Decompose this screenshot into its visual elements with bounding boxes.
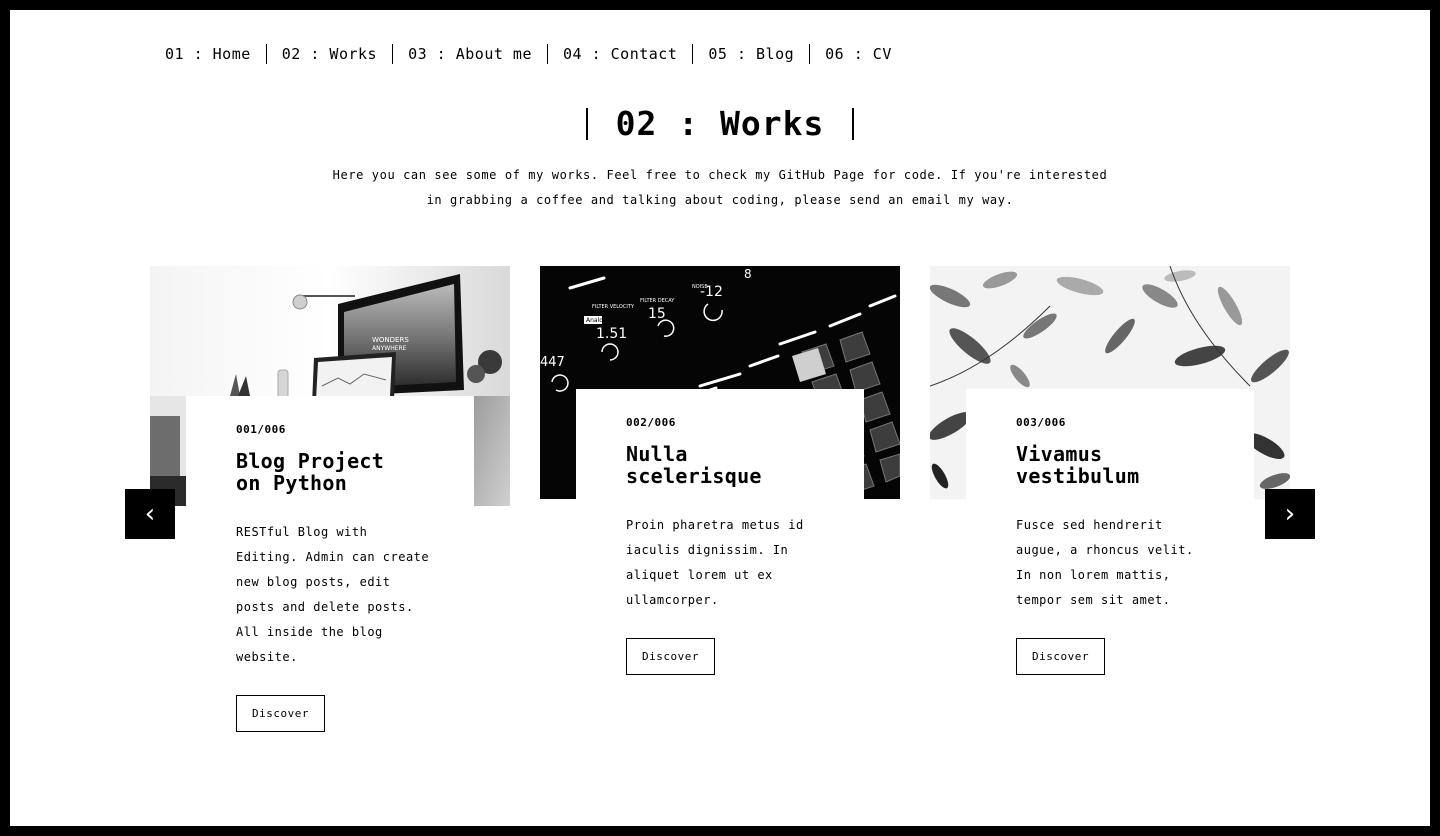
section-heading-wrap: 02 : Works bbox=[10, 107, 1430, 140]
card-title-line-1: Vivamus bbox=[1016, 442, 1103, 466]
chevron-left-icon: ‹ bbox=[144, 499, 156, 529]
chevron-right-icon: › bbox=[1284, 499, 1296, 529]
synth-text-3: -12 bbox=[700, 284, 723, 300]
card-title-line-2: vestibulum bbox=[1016, 464, 1140, 488]
nav-cv[interactable]: 06 : CV bbox=[810, 44, 907, 64]
nav-blog[interactable]: 05 : Blog bbox=[693, 44, 809, 64]
card-title-line-2: on Python bbox=[236, 471, 348, 495]
carousel-next-button[interactable]: › bbox=[1265, 489, 1315, 539]
card-description: Fusce sed hendrerit augue, a rhoncus vel… bbox=[1016, 518, 1194, 607]
carousel-prev-button[interactable]: ‹ bbox=[125, 489, 175, 539]
synth-text-2: 15 bbox=[648, 306, 666, 322]
main-nav: 01 : Home 02 : Works 03 : About me 04 : … bbox=[165, 40, 907, 68]
card-header-box: 002/006 Nulla scelerisque bbox=[576, 389, 864, 499]
discover-button[interactable]: Discover bbox=[236, 695, 325, 732]
synth-text-5: 447 bbox=[540, 355, 565, 370]
card-title-line-1: Blog Project bbox=[236, 449, 385, 473]
synth-text-4: 8 bbox=[744, 267, 752, 281]
page-frame: 01 : Home 02 : Works 03 : About me 04 : … bbox=[10, 10, 1430, 826]
nav-about[interactable]: 03 : About me bbox=[393, 44, 547, 64]
card-description: Proin pharetra metus id iaculis dignissi… bbox=[626, 518, 804, 607]
card-title-line-1: Nulla bbox=[626, 442, 688, 466]
synth-text-1: 1.51 bbox=[596, 326, 627, 342]
monitor-text-2: ANYWHERE bbox=[372, 345, 407, 352]
card-title: Vivamus vestibulum bbox=[1016, 443, 1254, 487]
card-title-line-2: scelerisque bbox=[626, 464, 762, 488]
intro-line-1: Here you can see some of my works. Feel … bbox=[332, 168, 1108, 182]
card-title: Nulla scelerisque bbox=[626, 443, 864, 487]
nav-home[interactable]: 01 : Home bbox=[165, 44, 266, 64]
nav-works[interactable]: 02 : Works bbox=[267, 44, 392, 64]
synth-text-analog: Analog bbox=[586, 317, 607, 324]
nav-contact[interactable]: 04 : Contact bbox=[548, 44, 692, 64]
card-header-box: 003/006 Vivamus vestibulum bbox=[966, 389, 1254, 499]
card-number: 001/006 bbox=[236, 423, 286, 436]
section-intro: Here you can see some of my works. Feel … bbox=[330, 163, 1110, 213]
card-number: 002/006 bbox=[626, 416, 676, 429]
synth-text-filter-decay: FILTER DECAY bbox=[640, 298, 675, 304]
monitor-text-1: WONDERS bbox=[372, 336, 409, 344]
card-number: 003/006 bbox=[1016, 416, 1066, 429]
card-description: RESTful Blog with Editing. Admin can cre… bbox=[236, 525, 430, 664]
card-header-box: 001/006 Blog Project on Python bbox=[186, 396, 474, 506]
intro-line-2: in grabbing a coffee and talking about c… bbox=[426, 193, 1014, 207]
card-title: Blog Project on Python bbox=[236, 450, 474, 494]
section-title: 02 : Works bbox=[585, 107, 855, 140]
discover-button[interactable]: Discover bbox=[626, 638, 715, 675]
discover-button[interactable]: Discover bbox=[1016, 638, 1105, 675]
synth-text-filter-velocity: FILTER VELOCITY bbox=[592, 304, 635, 310]
